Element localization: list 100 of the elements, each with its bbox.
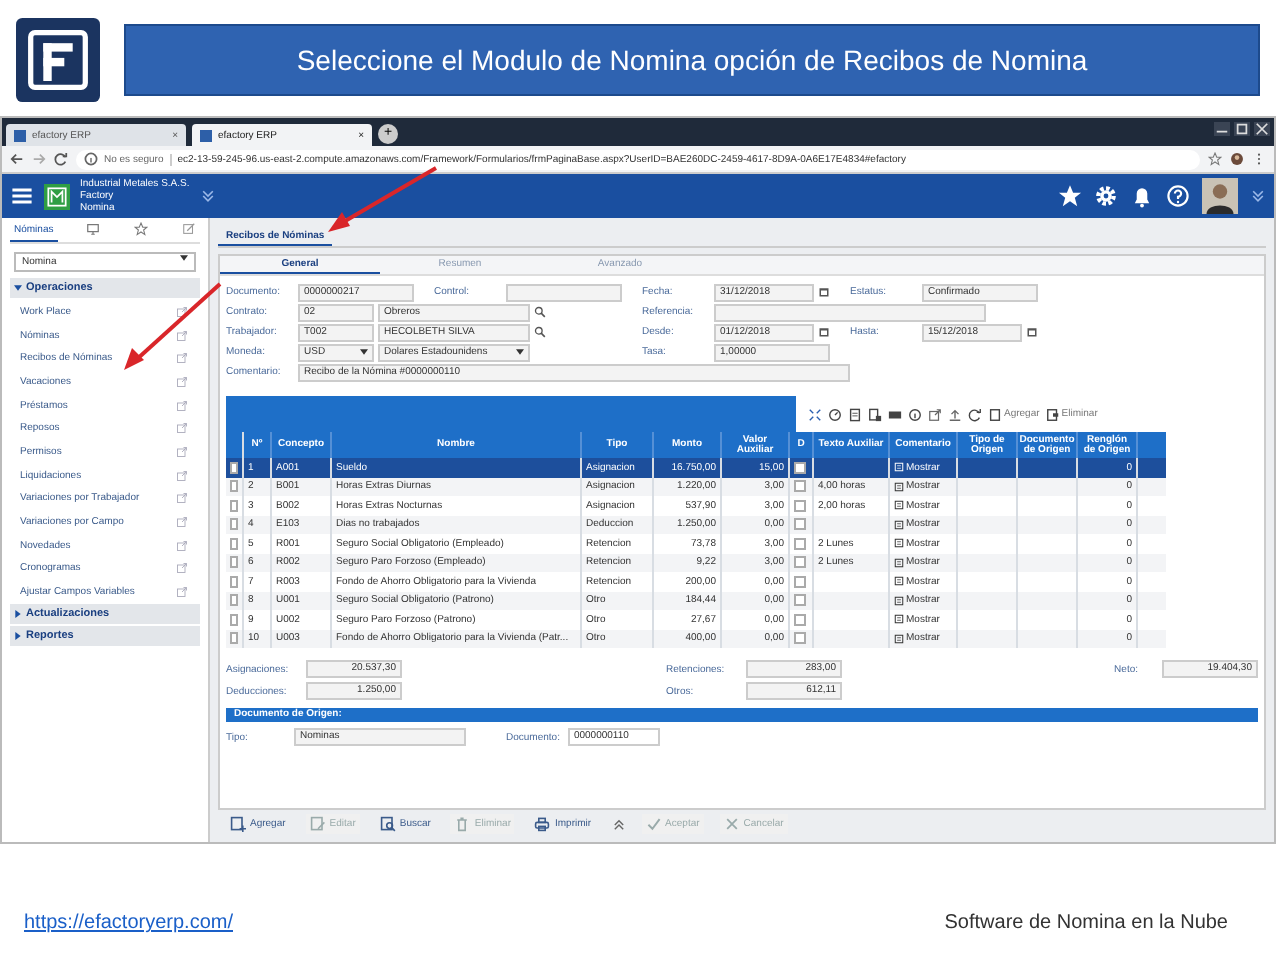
external-link-icon[interactable] <box>176 516 188 529</box>
checkbox[interactable] <box>230 499 238 512</box>
input-field[interactable] <box>714 303 986 321</box>
external-link-icon[interactable] <box>176 562 188 575</box>
external-link-icon[interactable] <box>176 305 188 318</box>
reload-icon[interactable] <box>54 152 68 166</box>
external-link-icon[interactable] <box>176 352 188 365</box>
comment-icon <box>894 576 904 587</box>
sidebar-tab[interactable] <box>130 218 153 242</box>
checkbox[interactable] <box>794 499 806 512</box>
logo-icon <box>16 18 100 102</box>
document-icon[interactable] <box>848 407 862 421</box>
calendar-icon[interactable] <box>818 326 830 338</box>
check-icon <box>645 816 662 832</box>
back-icon[interactable] <box>10 152 24 166</box>
menu-icon[interactable] <box>10 184 34 208</box>
checkbox[interactable] <box>230 613 238 626</box>
website-link[interactable]: https://efactoryerp.com/ <box>24 912 233 934</box>
external-link-icon[interactable] <box>176 469 188 482</box>
upload-icon[interactable] <box>948 407 962 421</box>
company-logo-icon <box>44 183 70 209</box>
checkbox[interactable] <box>794 480 806 493</box>
close-icon[interactable] <box>1254 122 1270 136</box>
caret-icon <box>14 284 22 292</box>
settings-icon[interactable] <box>1094 184 1118 208</box>
caret-icon <box>14 631 22 640</box>
external-link-icon[interactable] <box>176 422 188 435</box>
comment-icon <box>894 595 904 606</box>
chevron-down-icon[interactable] <box>199 188 216 204</box>
external-link-icon[interactable] <box>176 375 188 388</box>
profile-icon[interactable] <box>1230 152 1244 166</box>
external-link-icon[interactable] <box>176 539 188 552</box>
add-icon <box>230 816 246 832</box>
caret-icon <box>516 348 524 356</box>
star-icon[interactable] <box>1058 184 1082 208</box>
search-icon <box>379 816 396 832</box>
checkbox[interactable] <box>794 594 806 607</box>
info-icon <box>84 152 98 166</box>
maximize-icon[interactable] <box>1234 122 1250 136</box>
expand-icon[interactable] <box>808 407 822 421</box>
monitor-icon <box>86 222 101 236</box>
forward-icon[interactable] <box>32 152 46 166</box>
checkbox[interactable] <box>794 556 806 569</box>
arrow <box>328 166 437 232</box>
delete-icon <box>1045 407 1060 421</box>
search-icon[interactable] <box>534 306 546 318</box>
caret-icon <box>14 609 22 618</box>
comment-icon <box>894 500 904 511</box>
help-icon[interactable] <box>1166 184 1190 208</box>
star-icon <box>134 222 149 236</box>
checkbox[interactable] <box>794 518 806 531</box>
checkbox[interactable] <box>230 537 238 550</box>
comment-icon <box>894 633 904 644</box>
edit-icon <box>181 222 196 236</box>
slide-title: Seleccione el Modulo de Nomina opción de Recibos de Nomina <box>124 24 1260 96</box>
checkbox[interactable] <box>230 461 238 474</box>
minimize-icon[interactable] <box>1214 122 1230 136</box>
gauge-icon[interactable] <box>828 407 842 421</box>
checkbox[interactable] <box>230 632 238 645</box>
calendar-icon[interactable] <box>818 286 830 298</box>
checkbox[interactable] <box>230 480 238 493</box>
document-add-icon[interactable] <box>868 407 882 421</box>
edit-icon <box>309 816 326 832</box>
external-link-icon[interactable] <box>176 399 188 412</box>
checkbox[interactable] <box>230 518 238 531</box>
card-icon[interactable] <box>888 407 902 421</box>
chevron-down-icon[interactable] <box>1250 188 1266 204</box>
checkbox[interactable] <box>794 461 806 474</box>
checkbox[interactable] <box>794 575 806 588</box>
close-icon <box>723 816 740 832</box>
input-field[interactable] <box>506 283 622 301</box>
refresh-icon[interactable] <box>968 407 982 421</box>
tagline: Software de Nomina en la Nube <box>944 912 1228 934</box>
checkbox[interactable] <box>794 613 806 626</box>
external-link-icon[interactable] <box>176 492 188 505</box>
printer-icon <box>534 816 551 832</box>
export-icon[interactable] <box>928 407 942 421</box>
comment-icon <box>894 481 904 492</box>
checkbox[interactable] <box>230 594 238 607</box>
comment-icon <box>894 538 904 549</box>
checkbox[interactable] <box>230 556 238 569</box>
info-icon[interactable] <box>908 407 922 421</box>
checkbox[interactable] <box>794 632 806 645</box>
external-link-icon[interactable] <box>176 586 188 599</box>
checkbox[interactable] <box>794 537 806 550</box>
add-icon <box>988 407 1002 421</box>
star-icon[interactable] <box>1208 152 1222 166</box>
checkbox[interactable] <box>230 575 238 588</box>
bell-icon[interactable] <box>1130 184 1154 208</box>
comment-icon <box>894 614 904 625</box>
collapse-icon[interactable] <box>611 817 626 831</box>
external-link-icon[interactable] <box>176 329 188 342</box>
comment-icon <box>894 557 904 568</box>
calendar-icon[interactable] <box>1026 326 1038 338</box>
comment-icon <box>894 462 904 473</box>
avatar[interactable] <box>1202 176 1238 216</box>
external-link-icon[interactable] <box>176 445 188 458</box>
comment-icon <box>894 519 904 530</box>
search-icon[interactable] <box>534 326 546 338</box>
caret-icon <box>180 254 188 262</box>
